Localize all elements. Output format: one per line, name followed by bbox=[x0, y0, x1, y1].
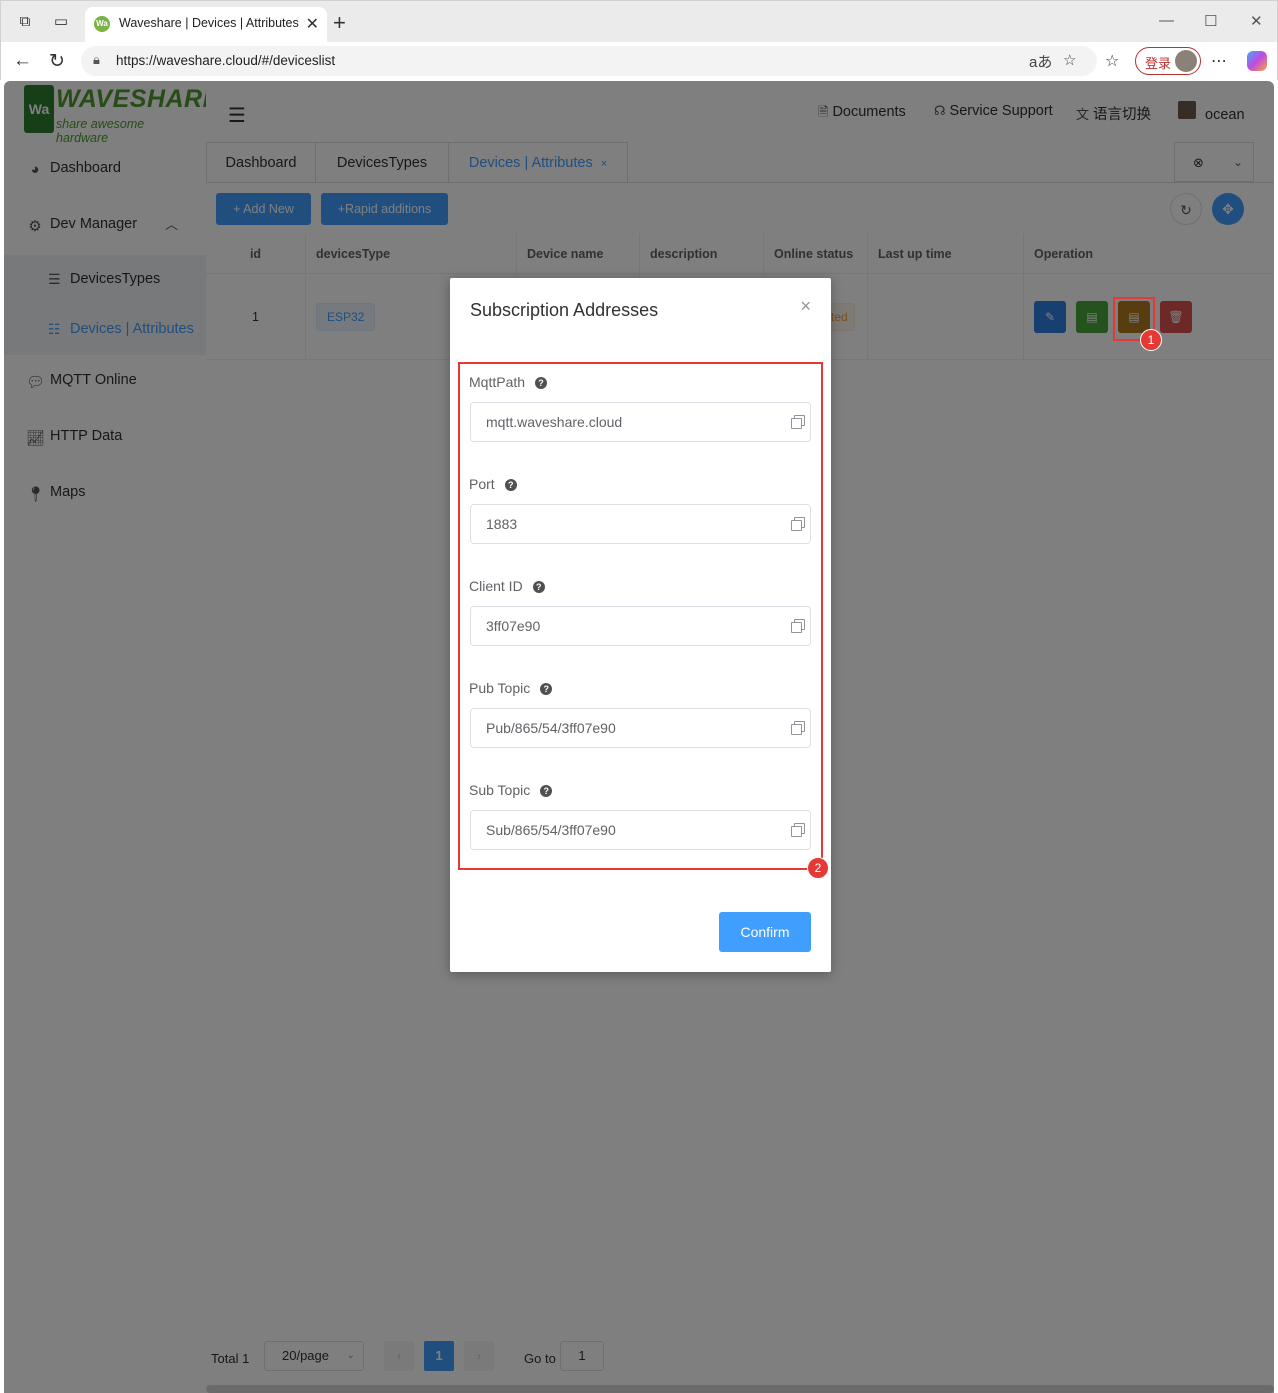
back-icon[interactable]: ← bbox=[13, 50, 32, 72]
close-icon[interactable]: × bbox=[800, 296, 811, 317]
lock-icon: 🔒︎ bbox=[93, 52, 100, 67]
minimize-icon[interactable]: — bbox=[1159, 12, 1174, 29]
refresh-icon[interactable]: ↻ bbox=[49, 50, 65, 73]
new-tab-icon[interactable]: + bbox=[333, 10, 346, 36]
more-options-icon[interactable]: ⋯ bbox=[1211, 51, 1227, 71]
favorites-icon[interactable]: ☆ bbox=[1105, 51, 1119, 71]
favicon-icon: Wa bbox=[94, 16, 110, 32]
close-tab-icon[interactable]: ✕ bbox=[306, 14, 319, 34]
browser-tab-strip: ⧉ ▭ Wa Waveshare | Devices | Attributes … bbox=[0, 0, 1278, 43]
close-window-icon[interactable]: ✕ bbox=[1250, 12, 1263, 30]
maximize-icon[interactable]: ☐ bbox=[1204, 12, 1217, 30]
login-label: 登录 bbox=[1145, 56, 1172, 71]
annotation-box-2 bbox=[458, 362, 823, 870]
confirm-button[interactable]: Confirm bbox=[719, 912, 811, 952]
profile-avatar bbox=[1175, 50, 1197, 72]
url-text: https://waveshare.cloud/#/deviceslist bbox=[116, 53, 336, 68]
dialog-title: Subscription Addresses bbox=[470, 300, 659, 320]
browser-tab[interactable]: Wa Waveshare | Devices | Attributes ✕ bbox=[85, 7, 327, 43]
annotation-badge-1: 1 bbox=[1140, 329, 1162, 351]
browser-tab-title: Waveshare | Devices | Attributes bbox=[119, 16, 299, 30]
read-aloud-icon[interactable]: aあ bbox=[1029, 51, 1052, 72]
copilot-icon[interactable] bbox=[1247, 51, 1267, 71]
favorite-star-icon[interactable]: ☆ bbox=[1063, 51, 1076, 69]
tab-actions-icon[interactable]: ▭ bbox=[51, 12, 71, 32]
workspaces-icon[interactable]: ⧉ bbox=[15, 12, 35, 32]
annotation-badge-2: 2 bbox=[807, 857, 829, 879]
address-toolbar: ← ↻ 🔒︎ https://waveshare.cloud/#/devices… bbox=[0, 42, 1278, 80]
url-bar[interactable]: 🔒︎ https://waveshare.cloud/#/deviceslist… bbox=[81, 46, 1097, 76]
login-button[interactable]: 登录 bbox=[1135, 47, 1201, 75]
